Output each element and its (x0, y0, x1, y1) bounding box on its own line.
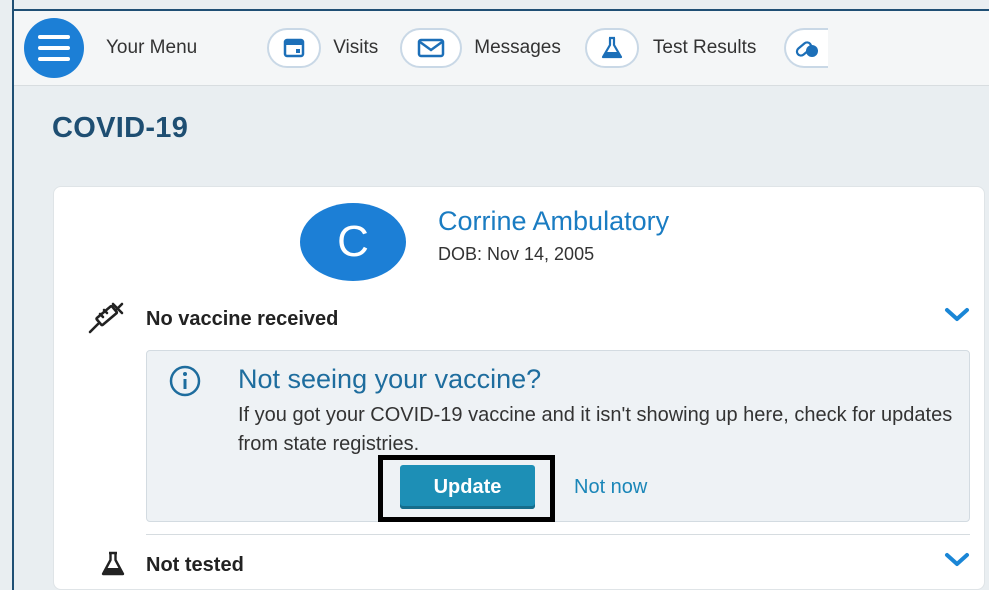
syringe-icon (86, 301, 126, 340)
menu-label[interactable]: Your Menu (106, 37, 197, 59)
flask-icon (100, 551, 126, 582)
patient-dob: DOB: Nov 14, 2005 (438, 244, 595, 264)
menu-bar-icon (38, 46, 70, 50)
chevron-down-icon[interactable] (944, 307, 970, 323)
chevron-down-icon[interactable] (944, 552, 970, 568)
avatar: C (300, 203, 406, 281)
calendar-icon (267, 28, 322, 68)
not-now-link[interactable]: Not now (574, 476, 647, 499)
nav-item-visits[interactable]: Visits (267, 28, 378, 68)
top-border (12, 9, 989, 11)
top-nav: Your Menu Visits Messages Test Results (14, 11, 989, 86)
notice-title: Not seeing your vaccine? (238, 364, 542, 394)
nav-label-visits: Visits (333, 37, 379, 58)
nav-item-medications[interactable] (784, 28, 829, 68)
flask-icon (584, 28, 639, 68)
testing-status: Not tested (146, 554, 244, 576)
patient-name[interactable]: Corrine Ambulatory (438, 206, 669, 237)
page-title: COVID-19 (52, 112, 189, 144)
nav-item-messages[interactable]: Messages (400, 28, 561, 68)
update-button[interactable]: Update (400, 465, 535, 509)
menu-bar-icon (38, 35, 70, 39)
notice-text: If you got your COVID-19 vaccine and it … (238, 404, 953, 455)
envelope-icon (400, 28, 463, 68)
info-icon (168, 364, 202, 403)
pills-icon (784, 28, 829, 68)
menu-button[interactable] (24, 18, 84, 78)
divider (146, 534, 970, 535)
vaccine-status: No vaccine received (146, 308, 339, 330)
nav-label-test-results: Test Results (652, 37, 757, 58)
nav-item-test-results[interactable]: Test Results (584, 28, 757, 68)
nav-label-messages: Messages (474, 37, 561, 58)
menu-bar-icon (38, 57, 70, 61)
left-border (12, 0, 14, 590)
